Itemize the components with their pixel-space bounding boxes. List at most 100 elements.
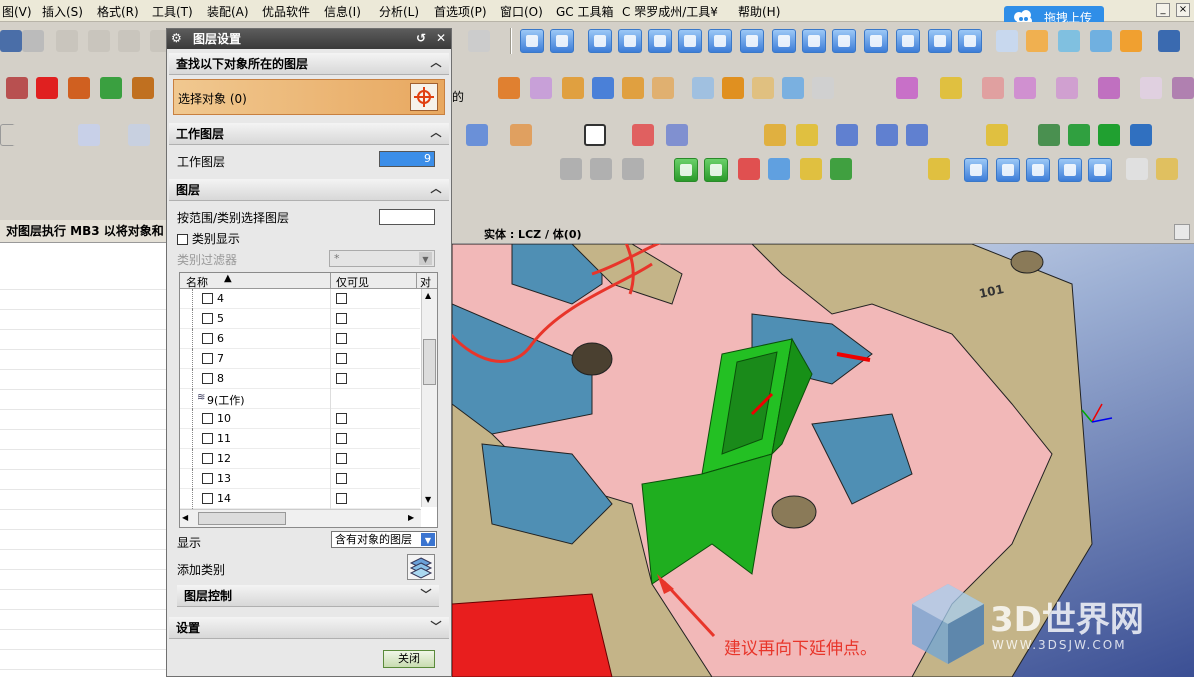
scroll-thumb-h[interactable] (198, 512, 286, 525)
row2-icon-21[interactable] (1056, 77, 1078, 99)
row5-icon-5[interactable] (124, 194, 146, 216)
circle-icon[interactable] (66, 158, 88, 180)
row4-icon-5[interactable] (622, 158, 644, 180)
row3-icon-13[interactable] (946, 124, 968, 146)
copy-icon[interactable] (88, 30, 110, 52)
left-object-list[interactable] (0, 270, 168, 677)
category-filter-select[interactable]: * ▼ (329, 250, 435, 267)
row4-icon-15[interactable] (964, 158, 988, 182)
tool-icon-7[interactable] (708, 29, 732, 53)
only-visible-checkbox[interactable] (336, 433, 347, 444)
tool-icon-3[interactable] (588, 29, 612, 53)
row4-icon-14[interactable] (928, 158, 950, 180)
row4-icon-8[interactable] (738, 158, 760, 180)
tool-icon-8[interactable] (740, 29, 764, 53)
row4-icon-10[interactable] (800, 158, 822, 180)
cancel-red-icon[interactable] (36, 77, 58, 99)
collapse-down-icon[interactable]: ﹀ (429, 620, 443, 634)
list-item[interactable] (0, 330, 168, 350)
only-visible-checkbox[interactable] (336, 413, 347, 424)
list-item[interactable] (0, 610, 168, 630)
list-item[interactable] (0, 490, 168, 510)
tool-icon-16[interactable] (996, 30, 1018, 52)
select-object-row[interactable]: 选择对象 (0) (173, 79, 445, 115)
minimize-icon[interactable]: _ (1156, 3, 1170, 17)
tool-icon-10[interactable] (802, 29, 826, 53)
sketch-icon-4[interactable] (78, 124, 100, 146)
layer-visible-checkbox[interactable] (202, 313, 213, 324)
collapse-up-icon[interactable]: ︿ (429, 56, 443, 70)
row3-icon-9[interactable] (796, 124, 818, 146)
table-row[interactable]: 10 (180, 409, 420, 429)
list-item[interactable] (0, 430, 168, 450)
row4-icon-1[interactable] (478, 158, 500, 180)
list-item[interactable] (0, 510, 168, 530)
row3-icon-1[interactable] (466, 124, 488, 146)
row3-icon-10[interactable] (836, 124, 858, 146)
row2-icon-10[interactable] (622, 77, 644, 99)
paste-icon[interactable] (118, 30, 140, 52)
close-icon[interactable]: ✕ (433, 30, 449, 46)
menu-view[interactable]: 图(V) (2, 3, 32, 20)
row3-icon-16[interactable] (1068, 124, 1090, 146)
menu-assembly[interactable]: 装配(A) (207, 3, 249, 20)
collapse-up-icon[interactable]: ︿ (429, 126, 443, 140)
list-item[interactable] (0, 290, 168, 310)
col-name-header[interactable]: 名称 (186, 274, 208, 290)
row3-icon-7[interactable] (720, 124, 742, 146)
gear-icon[interactable]: ⚙ (171, 31, 185, 45)
menu-info[interactable]: 信息(I) (324, 3, 361, 20)
list-item[interactable] (0, 350, 168, 370)
row5-icon-2[interactable] (32, 194, 54, 216)
scroll-left-icon[interactable]: ◀ (182, 513, 188, 522)
list-item[interactable] (0, 390, 168, 410)
row2-icon-7[interactable] (530, 77, 552, 99)
row2-icon-24[interactable] (1172, 77, 1194, 99)
sketch-icon-2[interactable] (12, 124, 34, 146)
only-visible-checkbox[interactable] (336, 353, 347, 364)
row4-icon-13[interactable] (896, 158, 918, 180)
layer-visible-checkbox[interactable] (202, 473, 213, 484)
info-icon[interactable] (896, 29, 920, 53)
row2-icon-5[interactable] (132, 77, 154, 99)
vertical-scrollbar[interactable]: ▲ ▼ (421, 289, 437, 507)
add-category-button[interactable] (407, 554, 435, 580)
arrow-down-icon[interactable] (704, 158, 728, 182)
list-item[interactable] (0, 530, 168, 550)
sketch-icon-5[interactable] (128, 124, 150, 146)
scroll-up-icon[interactable]: ▲ (425, 291, 431, 300)
scroll-right-icon[interactable]: ▶ (408, 513, 414, 522)
list-item[interactable] (0, 650, 168, 670)
tool-icon-19[interactable] (1090, 30, 1112, 52)
viewport-options-icon[interactable] (1174, 224, 1190, 240)
row2-icon-3[interactable] (68, 77, 90, 99)
work-layer-section-header[interactable]: 工作图层 ︿ (169, 123, 449, 145)
menu-custom-tools[interactable]: C 罘罗成州/工具¥ (622, 3, 718, 20)
checkbox[interactable] (177, 234, 188, 245)
sort-asc-icon[interactable]: ▲ (224, 273, 232, 284)
menu-analysis[interactable]: 分析(L) (379, 3, 419, 20)
row3-icon-11[interactable] (876, 124, 898, 146)
row2-icon-14[interactable] (752, 77, 774, 99)
row2-icon-1[interactable] (6, 77, 28, 99)
row3-icon-15[interactable] (1038, 124, 1060, 146)
only-visible-checkbox[interactable] (336, 373, 347, 384)
row2-icon-6[interactable] (498, 77, 520, 99)
col-object-header[interactable]: 对 (420, 274, 431, 290)
row3-icon-12[interactable] (906, 124, 928, 146)
list-item[interactable] (0, 570, 168, 590)
menu-window[interactable]: 窗口(O) (500, 3, 543, 20)
row4-icon-11[interactable] (830, 158, 852, 180)
tool-icon-17[interactable] (1026, 30, 1048, 52)
chamfer-icon[interactable] (130, 158, 152, 180)
row3-icon-6[interactable] (666, 124, 688, 146)
menu-gc-toolbox[interactable]: GC 工具箱 (556, 3, 614, 20)
row4-icon-16[interactable] (996, 158, 1020, 182)
gear-icon[interactable] (1158, 30, 1180, 52)
layer-visible-checkbox[interactable] (202, 433, 213, 444)
range-select-input[interactable] (379, 209, 435, 225)
collapse-up-icon[interactable]: ︿ (429, 182, 443, 196)
work-layer-input[interactable]: 9 (379, 151, 435, 167)
scroll-thumb[interactable] (423, 339, 436, 385)
tool-icon-1[interactable] (520, 29, 544, 53)
